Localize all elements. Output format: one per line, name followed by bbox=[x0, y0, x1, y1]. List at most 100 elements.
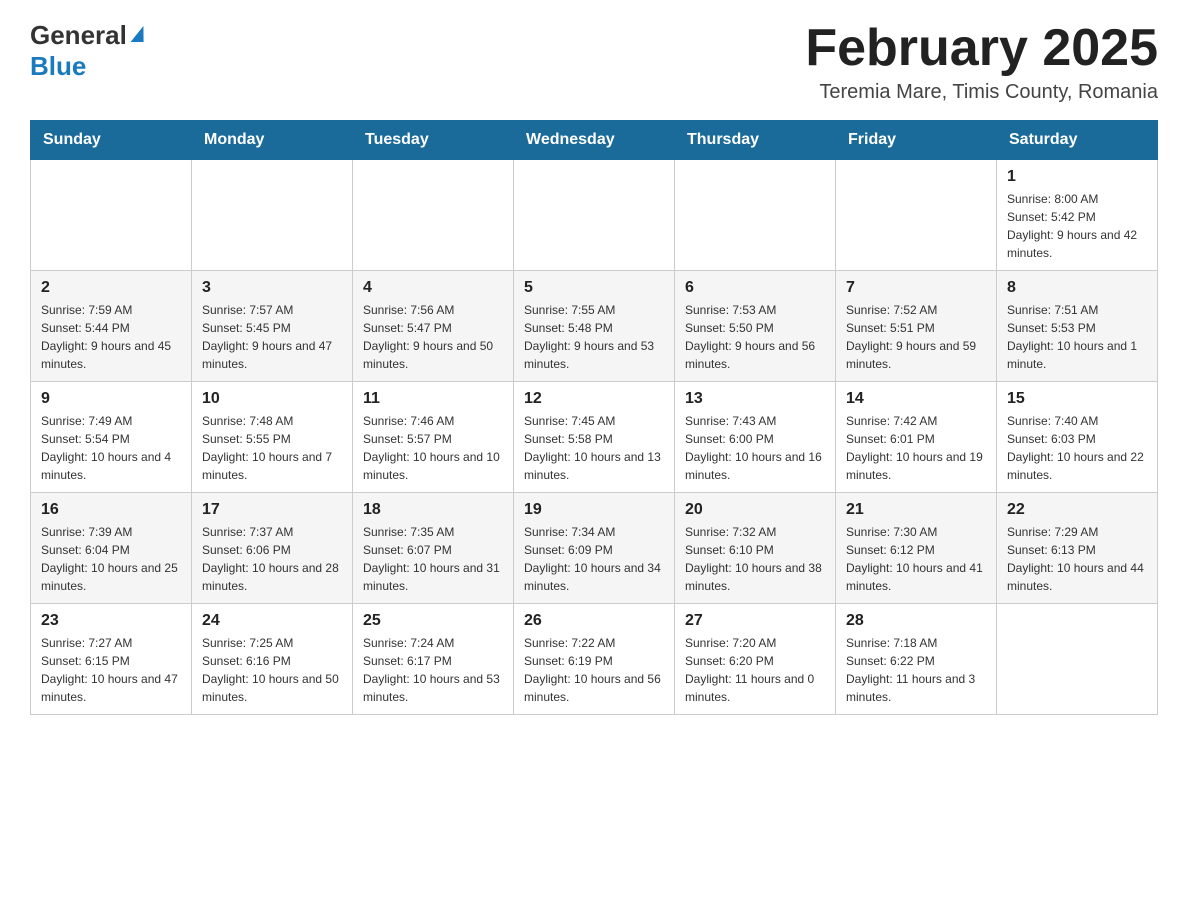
day-number: 16 bbox=[41, 501, 181, 519]
calendar-cell: 20Sunrise: 7:32 AM Sunset: 6:10 PM Dayli… bbox=[675, 493, 836, 604]
day-info: Sunrise: 7:51 AM Sunset: 5:53 PM Dayligh… bbox=[1007, 301, 1147, 373]
day-info: Sunrise: 7:48 AM Sunset: 5:55 PM Dayligh… bbox=[202, 412, 342, 484]
calendar-cell bbox=[353, 160, 514, 271]
calendar-cell bbox=[31, 160, 192, 271]
day-number: 8 bbox=[1007, 279, 1147, 297]
day-info: Sunrise: 7:45 AM Sunset: 5:58 PM Dayligh… bbox=[524, 412, 664, 484]
calendar-cell: 16 Sunrise: 7:39 AM Sunset: 6:04 PM Dayli… bbox=[31, 493, 192, 604]
day-info: Sunrise: 7:42 AM Sunset: 6:01 PM Dayligh… bbox=[846, 412, 986, 484]
day-number: 6 bbox=[685, 279, 825, 297]
day-info: Sunrise: 7:59 AM Sunset: 5:44 PM Dayligh… bbox=[41, 301, 181, 373]
calendar-cell: 28Sunrise: 7:18 AM Sunset: 6:22 PM Dayli… bbox=[836, 604, 997, 715]
calendar-cell: 12 Sunrise: 7:45 AM Sunset: 5:58 PM Dayli… bbox=[514, 382, 675, 493]
calendar-week-row: 2 Sunrise: 7:59 AM Sunset: 5:44 PM Daylig… bbox=[31, 271, 1158, 382]
day-number: 21 bbox=[846, 501, 986, 519]
calendar-header-row: Sunday Monday Tuesday Wednesday Thursday… bbox=[31, 121, 1158, 160]
day-number: 24 bbox=[202, 612, 342, 630]
calendar-cell: 19 Sunrise: 7:34 AM Sunset: 6:09 PM Dayli… bbox=[514, 493, 675, 604]
day-number: 23 bbox=[41, 612, 181, 630]
calendar-cell: 10 Sunrise: 7:48 AM Sunset: 5:55 PM Dayli… bbox=[192, 382, 353, 493]
col-sunday: Sunday bbox=[31, 121, 192, 160]
day-info: Sunrise: 7:25 AM Sunset: 6:16 PM Dayligh… bbox=[202, 634, 342, 706]
calendar-cell: 1 Sunrise: 8:00 AM Sunset: 5:42 PM Daylig… bbox=[997, 160, 1158, 271]
day-number: 25 bbox=[363, 612, 503, 630]
logo: General Blue bbox=[30, 20, 149, 82]
day-info: Sunrise: 7:35 AM Sunset: 6:07 PM Dayligh… bbox=[363, 523, 503, 595]
logo-general: General bbox=[30, 20, 127, 50]
day-info: Sunrise: 8:00 AM Sunset: 5:42 PM Dayligh… bbox=[1007, 190, 1147, 262]
calendar-cell: 13 Sunrise: 7:43 AM Sunset: 6:00 PM Dayli… bbox=[675, 382, 836, 493]
day-number: 10 bbox=[202, 390, 342, 408]
calendar-cell: 21 Sunrise: 7:30 AM Sunset: 6:12 PM Dayli… bbox=[836, 493, 997, 604]
calendar-cell: 6 Sunrise: 7:53 AM Sunset: 5:50 PM Daylig… bbox=[675, 271, 836, 382]
day-info: Sunrise: 7:20 AM Sunset: 6:20 PM Dayligh… bbox=[685, 634, 825, 706]
calendar-cell: 4 Sunrise: 7:56 AM Sunset: 5:47 PM Daylig… bbox=[353, 271, 514, 382]
day-number: 18 bbox=[363, 501, 503, 519]
col-friday: Friday bbox=[836, 121, 997, 160]
calendar-table: Sunday Monday Tuesday Wednesday Thursday… bbox=[30, 120, 1158, 715]
day-info: Sunrise: 7:18 AM Sunset: 6:22 PM Dayligh… bbox=[846, 634, 986, 706]
calendar-cell: 7Sunrise: 7:52 AM Sunset: 5:51 PM Daylig… bbox=[836, 271, 997, 382]
col-wednesday: Wednesday bbox=[514, 121, 675, 160]
day-number: 26 bbox=[524, 612, 664, 630]
day-info: Sunrise: 7:22 AM Sunset: 6:19 PM Dayligh… bbox=[524, 634, 664, 706]
day-number: 22 bbox=[1007, 501, 1147, 519]
day-info: Sunrise: 7:39 AM Sunset: 6:04 PM Dayligh… bbox=[41, 523, 181, 595]
day-number: 2 bbox=[41, 279, 181, 297]
calendar-cell: 23 Sunrise: 7:27 AM Sunset: 6:15 PM Dayli… bbox=[31, 604, 192, 715]
calendar-week-row: 23 Sunrise: 7:27 AM Sunset: 6:15 PM Dayli… bbox=[31, 604, 1158, 715]
col-monday: Monday bbox=[192, 121, 353, 160]
day-info: Sunrise: 7:40 AM Sunset: 6:03 PM Dayligh… bbox=[1007, 412, 1147, 484]
calendar-cell bbox=[192, 160, 353, 271]
day-info: Sunrise: 7:27 AM Sunset: 6:15 PM Dayligh… bbox=[41, 634, 181, 706]
calendar-cell bbox=[836, 160, 997, 271]
calendar-week-row: 1 Sunrise: 8:00 AM Sunset: 5:42 PM Daylig… bbox=[31, 160, 1158, 271]
day-info: Sunrise: 7:34 AM Sunset: 6:09 PM Dayligh… bbox=[524, 523, 664, 595]
calendar-cell: 3Sunrise: 7:57 AM Sunset: 5:45 PM Daylig… bbox=[192, 271, 353, 382]
day-number: 13 bbox=[685, 390, 825, 408]
day-number: 27 bbox=[685, 612, 825, 630]
day-number: 1 bbox=[1007, 168, 1147, 186]
day-info: Sunrise: 7:57 AM Sunset: 5:45 PM Dayligh… bbox=[202, 301, 342, 373]
day-info: Sunrise: 7:43 AM Sunset: 6:00 PM Dayligh… bbox=[685, 412, 825, 484]
day-info: Sunrise: 7:55 AM Sunset: 5:48 PM Dayligh… bbox=[524, 301, 664, 373]
col-tuesday: Tuesday bbox=[353, 121, 514, 160]
day-info: Sunrise: 7:30 AM Sunset: 6:12 PM Dayligh… bbox=[846, 523, 986, 595]
title-area: February 2025 Teremia Mare, Timis County… bbox=[805, 20, 1158, 104]
calendar-cell: 9Sunrise: 7:49 AM Sunset: 5:54 PM Daylig… bbox=[31, 382, 192, 493]
calendar-cell: 25 Sunrise: 7:24 AM Sunset: 6:17 PM Dayli… bbox=[353, 604, 514, 715]
page-header: General Blue February 2025 Teremia Mare,… bbox=[30, 20, 1158, 104]
calendar-week-row: 16 Sunrise: 7:39 AM Sunset: 6:04 PM Dayli… bbox=[31, 493, 1158, 604]
day-number: 11 bbox=[363, 390, 503, 408]
day-number: 5 bbox=[524, 279, 664, 297]
day-info: Sunrise: 7:32 AM Sunset: 6:10 PM Dayligh… bbox=[685, 523, 825, 595]
calendar-cell: 2 Sunrise: 7:59 AM Sunset: 5:44 PM Daylig… bbox=[31, 271, 192, 382]
calendar-cell bbox=[675, 160, 836, 271]
calendar-cell: 15 Sunrise: 7:40 AM Sunset: 6:03 PM Dayli… bbox=[997, 382, 1158, 493]
day-info: Sunrise: 7:53 AM Sunset: 5:50 PM Dayligh… bbox=[685, 301, 825, 373]
calendar-cell: 8 Sunrise: 7:51 AM Sunset: 5:53 PM Daylig… bbox=[997, 271, 1158, 382]
page-subtitle: Teremia Mare, Timis County, Romania bbox=[805, 81, 1158, 104]
day-info: Sunrise: 7:24 AM Sunset: 6:17 PM Dayligh… bbox=[363, 634, 503, 706]
day-number: 15 bbox=[1007, 390, 1147, 408]
calendar-cell bbox=[997, 604, 1158, 715]
day-number: 12 bbox=[524, 390, 664, 408]
calendar-cell: 18 Sunrise: 7:35 AM Sunset: 6:07 PM Dayli… bbox=[353, 493, 514, 604]
day-number: 19 bbox=[524, 501, 664, 519]
calendar-cell: 14 Sunrise: 7:42 AM Sunset: 6:01 PM Dayli… bbox=[836, 382, 997, 493]
day-number: 7 bbox=[846, 279, 986, 297]
calendar-cell bbox=[514, 160, 675, 271]
calendar-cell: 27 Sunrise: 7:20 AM Sunset: 6:20 PM Dayli… bbox=[675, 604, 836, 715]
calendar-cell: 26 Sunrise: 7:22 AM Sunset: 6:19 PM Dayli… bbox=[514, 604, 675, 715]
calendar-week-row: 9Sunrise: 7:49 AM Sunset: 5:54 PM Daylig… bbox=[31, 382, 1158, 493]
day-number: 9 bbox=[41, 390, 181, 408]
calendar-cell: 17Sunrise: 7:37 AM Sunset: 6:06 PM Dayli… bbox=[192, 493, 353, 604]
day-number: 14 bbox=[846, 390, 986, 408]
page-title: February 2025 bbox=[805, 20, 1158, 77]
logo-blue: Blue bbox=[30, 51, 86, 81]
col-saturday: Saturday bbox=[997, 121, 1158, 160]
day-info: Sunrise: 7:46 AM Sunset: 5:57 PM Dayligh… bbox=[363, 412, 503, 484]
day-number: 4 bbox=[363, 279, 503, 297]
day-info: Sunrise: 7:56 AM Sunset: 5:47 PM Dayligh… bbox=[363, 301, 503, 373]
day-info: Sunrise: 7:29 AM Sunset: 6:13 PM Dayligh… bbox=[1007, 523, 1147, 595]
